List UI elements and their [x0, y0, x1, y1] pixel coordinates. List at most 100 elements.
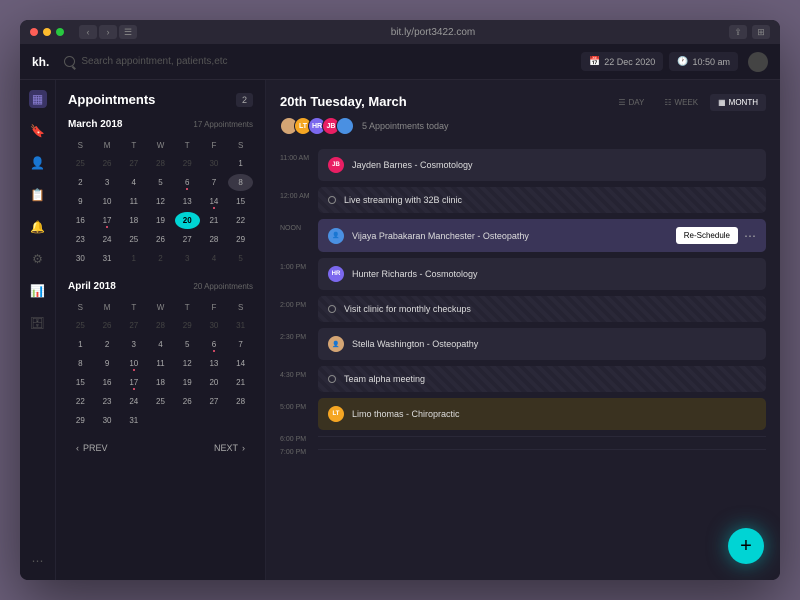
sidebar-item-more[interactable]: ⋯ [29, 552, 47, 570]
sidebar-item-notes[interactable]: 📋 [29, 186, 47, 204]
cal-day[interactable]: 10 [95, 193, 120, 210]
cal-day[interactable]: 27 [121, 317, 146, 334]
cal-day[interactable]: 17 [121, 374, 146, 391]
cal-day[interactable]: 17 [95, 212, 120, 229]
tab-day[interactable]: ☰ DAY [610, 94, 652, 111]
cal-day[interactable]: 31 [95, 250, 120, 267]
cal-day[interactable]: 27 [202, 393, 227, 410]
cal-day[interactable]: 1 [121, 250, 146, 267]
cal-day[interactable]: 31 [121, 412, 146, 429]
cal-day[interactable]: 30 [202, 317, 227, 334]
cal-day[interactable]: 25 [121, 231, 146, 248]
sidebar-toggle-icon[interactable]: ☰ [119, 25, 137, 39]
cal-day[interactable]: 11 [148, 355, 173, 372]
cal-day[interactable]: 26 [95, 155, 120, 172]
appointment-card[interactable]: Visit clinic for monthly checkups [318, 296, 766, 322]
cal-day[interactable]: 12 [148, 193, 173, 210]
cal-day[interactable]: 30 [95, 412, 120, 429]
cal-day[interactable]: 2 [148, 250, 173, 267]
cal-day[interactable]: 4 [202, 250, 227, 267]
cal-day[interactable]: 30 [202, 155, 227, 172]
tabs-icon[interactable]: ⊞ [752, 25, 770, 39]
cal-day[interactable]: 6 [175, 174, 200, 191]
appointment-card[interactable]: JBJayden Barnes - Cosmotology [318, 149, 766, 181]
cal-day[interactable]: 2 [68, 174, 93, 191]
cal-day[interactable]: 19 [175, 374, 200, 391]
cal-day[interactable]: 22 [228, 212, 253, 229]
cal-day[interactable]: 25 [68, 155, 93, 172]
cal-day[interactable]: 3 [95, 174, 120, 191]
cal-day[interactable]: 1 [68, 336, 93, 353]
search-input[interactable]: Search appointment, patients,etc [64, 56, 575, 67]
sidebar-item-archive[interactable]: 🗄 [29, 314, 47, 332]
cal-day[interactable]: 6 [202, 336, 227, 353]
cal-day[interactable]: 8 [228, 174, 253, 191]
cal-day[interactable]: 28 [228, 393, 253, 410]
cal-day[interactable]: 3 [175, 250, 200, 267]
cal-day[interactable]: 2 [95, 336, 120, 353]
cal-day[interactable]: 27 [175, 231, 200, 248]
appointment-card[interactable]: Live streaming with 32B clinic [318, 187, 766, 213]
cal-day[interactable]: 14 [202, 193, 227, 210]
cal-day[interactable]: 8 [68, 355, 93, 372]
cal-day[interactable]: 30 [68, 250, 93, 267]
cal-day[interactable]: 18 [121, 212, 146, 229]
cal-day[interactable]: 25 [148, 393, 173, 410]
cal-day[interactable]: 14 [228, 355, 253, 372]
empty-slot[interactable] [318, 449, 766, 450]
tab-month[interactable]: ▦ MONTH [710, 94, 766, 111]
cal-day[interactable]: 23 [68, 231, 93, 248]
cal-day[interactable]: 4 [148, 336, 173, 353]
cal-day[interactable]: 3 [121, 336, 146, 353]
url-bar[interactable]: bit.ly/port3422.com [142, 27, 724, 38]
time-chip[interactable]: 🕐 10:50 am [669, 52, 738, 71]
share-icon[interactable]: ⇪ [729, 25, 747, 39]
minimize-icon[interactable] [43, 28, 51, 36]
more-icon[interactable]: ⋯ [744, 229, 756, 243]
cal-day[interactable]: 26 [148, 231, 173, 248]
cal-day[interactable]: 1 [228, 155, 253, 172]
cal-day[interactable]: 19 [148, 212, 173, 229]
cal-day[interactable]: 18 [148, 374, 173, 391]
tab-week[interactable]: ☷ WEEK [656, 94, 706, 111]
cal-day[interactable]: 5 [148, 174, 173, 191]
cal-day[interactable]: 9 [68, 193, 93, 210]
appointment-card[interactable]: HRHunter Richards - Cosmotology [318, 258, 766, 290]
cal-day[interactable]: 5 [228, 250, 253, 267]
sidebar-item-reports[interactable]: 📊 [29, 282, 47, 300]
cal-day[interactable]: 15 [68, 374, 93, 391]
cal-day[interactable]: 21 [202, 212, 227, 229]
next-button[interactable]: NEXT › [214, 443, 245, 453]
cal-day[interactable]: 26 [175, 393, 200, 410]
cal-day[interactable]: 28 [202, 231, 227, 248]
cal-day[interactable]: 4 [121, 174, 146, 191]
empty-slot[interactable] [318, 436, 766, 437]
cal-day[interactable]: 20 [175, 212, 200, 229]
avatar[interactable] [336, 117, 354, 135]
cal-day[interactable]: 11 [121, 193, 146, 210]
cal-day[interactable]: 26 [95, 317, 120, 334]
close-icon[interactable] [30, 28, 38, 36]
sidebar-item-settings[interactable]: ⚙ [29, 250, 47, 268]
cal-day[interactable]: 12 [175, 355, 200, 372]
appointment-card[interactable]: 👤Vijaya Prabakaran Manchester - Osteopat… [318, 219, 766, 252]
cal-day[interactable]: 23 [95, 393, 120, 410]
cal-day[interactable]: 28 [148, 155, 173, 172]
add-button[interactable]: + [728, 528, 764, 564]
sidebar-item-alerts[interactable]: 🔔 [29, 218, 47, 236]
cal-day[interactable]: 31 [228, 317, 253, 334]
appointment-card[interactable]: 👤Stella Washington - Osteopathy [318, 328, 766, 360]
cal-day[interactable]: 22 [68, 393, 93, 410]
user-avatar[interactable] [748, 52, 768, 72]
cal-day[interactable]: 20 [202, 374, 227, 391]
cal-day[interactable]: 16 [68, 212, 93, 229]
cal-day[interactable]: 28 [148, 317, 173, 334]
cal-day[interactable]: 29 [175, 317, 200, 334]
cal-day[interactable]: 21 [228, 374, 253, 391]
forward-button[interactable]: › [99, 25, 117, 39]
cal-day[interactable]: 7 [202, 174, 227, 191]
cal-day[interactable]: 16 [95, 374, 120, 391]
appointment-card[interactable]: LTLimo thomas - Chiropractic [318, 398, 766, 430]
cal-day[interactable]: 13 [175, 193, 200, 210]
cal-day[interactable]: 7 [228, 336, 253, 353]
